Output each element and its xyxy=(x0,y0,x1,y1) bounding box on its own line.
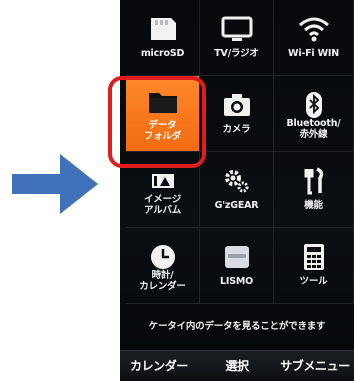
help-text: ケータイ内のデータを見ることができます xyxy=(148,321,326,332)
menu-item-clock-calendar[interactable]: 時計/ カレンダー xyxy=(126,228,200,304)
clock-icon xyxy=(146,242,180,272)
arrow-right-icon xyxy=(6,148,102,220)
menu-item-label: LISMO xyxy=(220,276,253,287)
camera-icon xyxy=(220,90,254,120)
menu-item-label: 時計/ カレンダー xyxy=(139,270,186,292)
tools-icon xyxy=(297,166,331,196)
menu-item-label: microSD xyxy=(140,48,185,59)
selection-highlight-frame xyxy=(108,76,206,168)
image-album-icon xyxy=(146,166,180,196)
menu-item-label: Bluetooth/ 赤外線 xyxy=(286,118,341,140)
menu-item-tv-radio[interactable]: TV/ラジオ xyxy=(200,0,274,76)
bluetooth-icon xyxy=(297,90,331,120)
softkey-submenu[interactable]: サブメニュー xyxy=(276,351,354,381)
menu-item-microsd[interactable]: microSD xyxy=(126,0,200,76)
gears-icon xyxy=(220,166,254,196)
menu-item-label: Wi-Fi WIN xyxy=(288,48,339,59)
menu-item-wifi-win[interactable]: Wi-Fi WIN xyxy=(274,0,354,76)
softkey-calendar[interactable]: カレンダー xyxy=(120,351,198,381)
wifi-icon xyxy=(297,14,331,44)
calculator-icon xyxy=(297,242,331,272)
phone-screen: microSD TV/ラジオ Wi-Fi WIN データ フォルダ カメラ Bl… xyxy=(120,0,354,381)
menu-item-lismo[interactable]: LISMO xyxy=(200,228,274,304)
softkey-select[interactable]: 選択 xyxy=(198,351,276,381)
sd-card-icon xyxy=(146,14,180,44)
softkey-bar: カレンダー 選択 サブメニュー xyxy=(120,350,354,381)
menu-item-tools[interactable]: ツール xyxy=(274,228,354,304)
menu-item-label: 機能 xyxy=(304,200,323,211)
menu-item-gzgear[interactable]: G'zGEAR xyxy=(200,152,274,228)
lismo-icon xyxy=(220,242,254,272)
menu-item-functions[interactable]: 機能 xyxy=(274,152,354,228)
menu-item-label: イメージ アルバム xyxy=(143,194,182,216)
menu-item-label: カメラ xyxy=(222,124,251,135)
menu-item-label: TV/ラジオ xyxy=(214,48,259,59)
tv-icon xyxy=(220,14,254,44)
menu-item-label: G'zGEAR xyxy=(214,200,259,211)
menu-item-bluetooth-ir[interactable]: Bluetooth/ 赤外線 xyxy=(274,76,354,152)
menu-item-label: ツール xyxy=(299,276,328,287)
menu-item-camera[interactable]: カメラ xyxy=(200,76,274,152)
screenshot-stage: microSD TV/ラジオ Wi-Fi WIN データ フォルダ カメラ Bl… xyxy=(0,0,354,381)
